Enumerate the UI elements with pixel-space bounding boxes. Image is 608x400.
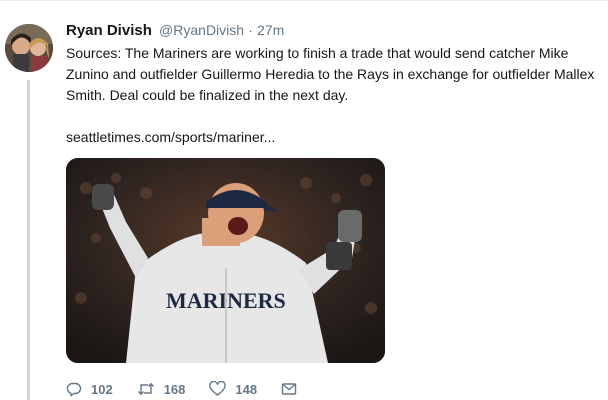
retweet-button[interactable]: 168 — [137, 381, 186, 397]
tweet[interactable]: Ryan Divish @RyanDivish · 27m Sources: T… — [0, 0, 608, 400]
reply-button[interactable]: 102 — [66, 381, 113, 397]
thread-line — [27, 80, 30, 400]
author-name[interactable]: Ryan Divish — [66, 22, 152, 39]
article-link[interactable]: seattletimes.com/sports/mariner... — [66, 127, 275, 147]
like-count: 148 — [235, 381, 258, 397]
heart-icon — [209, 381, 227, 396]
retweet-count: 168 — [163, 381, 186, 397]
retweet-icon — [137, 382, 154, 396]
separator-dot: · — [248, 22, 253, 38]
reply-icon — [66, 382, 82, 397]
celebrating-player-photo: MARINERS — [66, 158, 385, 363]
like-button[interactable]: 148 — [209, 381, 257, 397]
timestamp[interactable]: 27m — [257, 22, 284, 38]
avatar[interactable] — [5, 24, 53, 72]
tweet-image[interactable]: MARINERS — [66, 158, 385, 363]
author-handle[interactable]: @RyanDivish — [159, 22, 244, 38]
envelope-icon — [281, 383, 297, 395]
tweet-text: Sources: The Mariners are working to fin… — [66, 45, 595, 103]
avatar-photo — [5, 24, 53, 72]
reply-count: 102 — [91, 381, 113, 397]
tweet-header: Ryan Divish @RyanDivish · 27m — [66, 20, 284, 41]
action-bar: 102 168 148 — [66, 378, 321, 400]
direct-message-button[interactable] — [281, 381, 297, 397]
divider — [0, 0, 608, 1]
